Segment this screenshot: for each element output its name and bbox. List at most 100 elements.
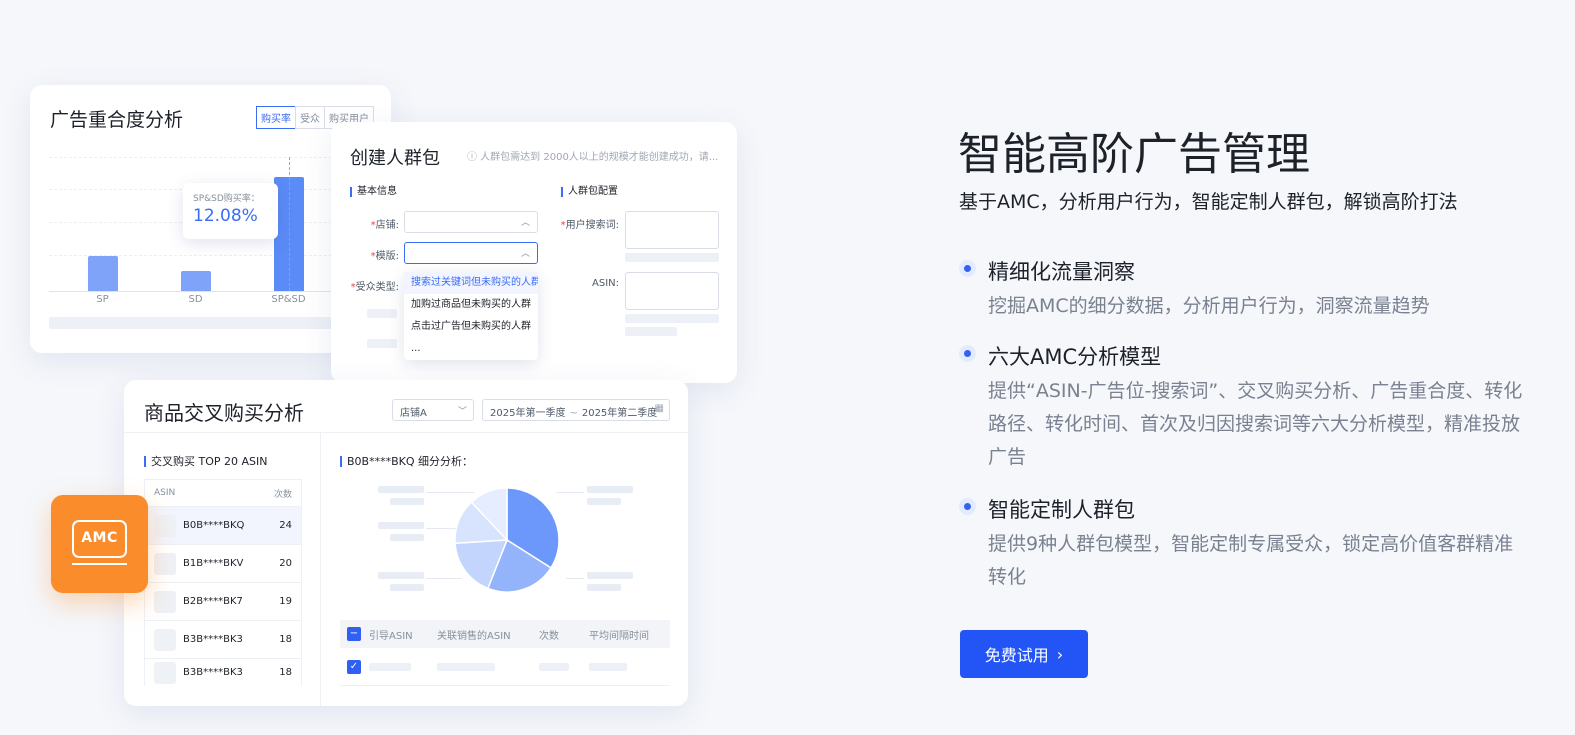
- chevron-down-icon: ﹀: [457, 407, 467, 417]
- row-checkbox[interactable]: ✓: [347, 659, 361, 674]
- feature-title: 六大AMC分析模型: [988, 345, 1162, 369]
- x-tick-label: SP&SD: [271, 294, 306, 305]
- hero-subheading: 基于AMC，分析用户行为，智能定制人群包，解锁高阶打法: [959, 191, 1458, 213]
- placeholder-bar: [369, 662, 411, 671]
- dropdown-option[interactable]: 点击过广告但未购买的人群: [404, 316, 538, 338]
- column-asin: ASIN: [154, 488, 176, 498]
- top-asin-table: ASIN 次数 B0B****BKQ 24 B1B****BKV 20 B2B***…: [144, 479, 302, 686]
- dropdown-option[interactable]: 搜索过关键词但未购买的人群: [404, 272, 538, 294]
- search-term-input[interactable]: [625, 211, 719, 249]
- feature-description: 挖掘AMC的细分数据，分析用户行为，洞察流量趋势: [988, 295, 1430, 317]
- product-thumbnail: [154, 552, 176, 575]
- date-from: 2025年第一季度: [490, 408, 566, 419]
- store-label: *店铺:: [370, 220, 399, 231]
- legend-placeholder: [378, 572, 424, 579]
- bar-sd[interactable]: [180, 270, 211, 291]
- dropdown-option[interactable]: 加购过商品但未购买的人群: [404, 294, 538, 316]
- amc-badge-text: AMC: [81, 530, 118, 546]
- create-audience-title: 创建人群包: [350, 148, 440, 169]
- row-asin: B1B****BKV: [183, 558, 244, 569]
- row-asin: B2B****BK7: [183, 596, 243, 607]
- divider: [124, 432, 688, 433]
- top-asin-section: 交叉购买 TOP 20 ASIN: [144, 456, 267, 467]
- placeholder-bar: [625, 314, 719, 323]
- product-thumbnail: [154, 661, 176, 684]
- bar-sp[interactable]: [87, 255, 118, 291]
- audience-type-dropdown: 搜索过关键词但未购买的人群 加购过商品但未购买的人群 点击过广告但未购买的人群 …: [404, 272, 538, 360]
- gridline: [49, 157, 337, 158]
- row-count: 24: [279, 520, 292, 531]
- legend-placeholder: [390, 498, 424, 505]
- table-row[interactable]: B0B****BKQ 24: [145, 506, 301, 544]
- legend-placeholder: [390, 534, 424, 541]
- hero-heading: 智能高阶广告管理: [958, 129, 1310, 180]
- table-row[interactable]: B2B****BK7 19: [145, 582, 301, 620]
- amc-badge: AMC: [51, 495, 148, 593]
- table-row[interactable]: B1B****BKV 20: [145, 544, 301, 582]
- feature-title: 精细化流量洞察: [988, 260, 1135, 284]
- row-count: 19: [279, 596, 292, 607]
- tab-purchase-rate[interactable]: 购买率: [256, 106, 296, 129]
- asin-input[interactable]: [625, 272, 719, 310]
- calendar-icon: ▦: [654, 403, 664, 414]
- cross-purchase-card: 商品交叉购买分析 店铺A ﹀ 2025年第一季度 ~2025年第二季度 ▦ 交叉购买…: [124, 380, 688, 706]
- product-thumbnail: [154, 514, 176, 537]
- placeholder-bar: [367, 339, 397, 348]
- column-lead-asin: 引导ASIN: [369, 630, 413, 642]
- legend-placeholder: [587, 498, 621, 505]
- legend-placeholder: [587, 572, 633, 579]
- legend-placeholder: [390, 584, 424, 591]
- product-thumbnail: [154, 628, 176, 651]
- create-audience-hint: ⓘ 人群包需达到 2000人以上的规模才能创建成功，请...: [467, 152, 719, 163]
- table-row[interactable]: ✓: [340, 648, 670, 686]
- row-asin: B3B****BK3: [183, 667, 243, 678]
- placeholder-bar: [49, 317, 349, 329]
- chevron-right-icon: ›: [1056, 644, 1064, 664]
- chevron-up-icon: ︿: [520, 218, 530, 228]
- table-header: − 引导ASIN 关联销售的ASIN 次数 平均间隔时间: [340, 620, 670, 648]
- x-tick-label: SP: [96, 294, 109, 305]
- search-term-label: *用户搜索词:: [560, 220, 619, 231]
- x-tick-label: SD: [188, 294, 203, 305]
- chart-tooltip: SP&SD购买率： 12.08%: [183, 183, 278, 239]
- free-trial-label: 免费试用: [984, 646, 1049, 665]
- audience-type-label: *受众类型:: [350, 282, 399, 293]
- dropdown-option[interactable]: ...: [404, 338, 538, 360]
- detail-table: − 引导ASIN 关联销售的ASIN 次数 平均间隔时间 ✓: [340, 620, 670, 686]
- table-row[interactable]: B3B****BK3 18: [145, 658, 301, 686]
- monitor-base: [72, 563, 127, 565]
- tooltip-label: SP&SD购买率：: [193, 194, 260, 204]
- date-separator: ~: [569, 408, 578, 419]
- leader-line: [556, 492, 584, 493]
- legend-placeholder: [378, 522, 424, 529]
- row-asin: B0B****BKQ: [183, 520, 245, 531]
- ad-overlap-title: 广告重合度分析: [50, 109, 184, 131]
- tooltip-value: 12.08%: [193, 206, 258, 226]
- store-select[interactable]: ︿: [404, 211, 538, 233]
- legend-placeholder: [378, 486, 424, 493]
- store-select[interactable]: 店铺A ﹀: [392, 399, 474, 421]
- tab-audience[interactable]: 受众: [295, 106, 325, 129]
- table-row[interactable]: B3B****BK3 18: [145, 620, 301, 658]
- template-select[interactable]: ︿: [404, 242, 538, 264]
- placeholder-bar: [625, 327, 677, 336]
- date-to: 2025年第二季度: [581, 408, 658, 419]
- feature-description: 提供“ASIN-广告位-搜索词”、交叉购买分析、广告重合度、转化路径、转化时间、…: [988, 380, 1523, 468]
- placeholder-bar: [539, 662, 569, 671]
- select-all-checkbox[interactable]: −: [347, 627, 361, 641]
- chart-crosshair: [289, 157, 290, 291]
- create-audience-card: 创建人群包 ⓘ 人群包需达到 2000人以上的规模才能创建成功，请... 基本信…: [331, 122, 737, 383]
- product-thumbnail: [154, 590, 176, 613]
- row-asin: B3B****BK3: [183, 634, 243, 645]
- date-range-picker[interactable]: 2025年第一季度 ~2025年第二季度 ▦: [482, 399, 670, 421]
- feature-title: 智能定制人群包: [988, 498, 1135, 522]
- placeholder-bar: [437, 662, 495, 671]
- column-count: 次数: [539, 630, 559, 642]
- basic-info-section: 基本信息: [350, 187, 397, 197]
- free-trial-button[interactable]: 免费试用 ›: [960, 630, 1088, 678]
- feature-description: 提供9种人群包模型，智能定制专属受众，锁定高价值客群精准转化: [988, 533, 1514, 588]
- bullet-dot-icon: [959, 260, 976, 277]
- leader-line: [426, 528, 456, 529]
- row-count: 18: [279, 667, 292, 678]
- cross-purchase-title: 商品交叉购买分析: [144, 401, 304, 425]
